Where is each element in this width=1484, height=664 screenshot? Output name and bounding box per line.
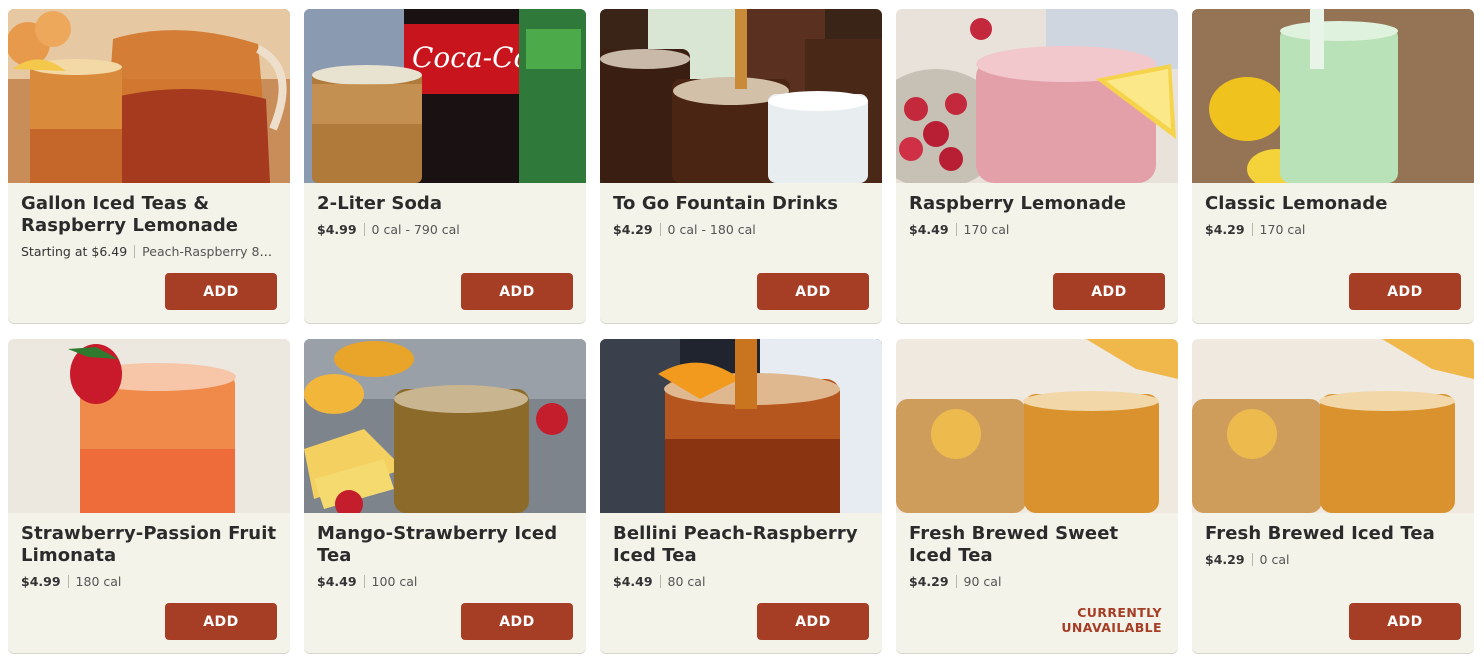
item-calories: Peach-Raspberry 800 cal — [142, 244, 277, 259]
divider — [955, 575, 957, 588]
iced-tea-photo[interactable] — [1192, 339, 1474, 513]
item-calories: 180 cal — [75, 574, 122, 589]
divider — [363, 575, 365, 588]
soda-bottles-photo[interactable]: Coca-Cola — [304, 9, 586, 183]
item-title[interactable]: Fresh Brewed Iced Tea — [1205, 523, 1461, 545]
menu-card[interactable]: Bellini Peach-Raspberry Iced Tea $4.49 80… — [600, 339, 882, 653]
item-meta: $4.99 0 cal - 790 cal — [317, 222, 573, 238]
divider — [1251, 553, 1253, 566]
mango-iced-tea-photo[interactable] — [304, 339, 586, 513]
item-price: $4.29 — [909, 574, 949, 589]
menu-card[interactable]: Mango-Strawberry Iced Tea $4.49 100 cal A… — [304, 339, 586, 653]
item-meta: $4.29 90 cal — [909, 574, 1165, 590]
item-title[interactable]: Fresh Brewed Sweet Iced Tea — [909, 523, 1165, 567]
divider — [363, 223, 365, 236]
item-calories: 170 cal — [1259, 222, 1306, 237]
unavailable-line: CURRENTLY — [1077, 605, 1162, 620]
item-meta: $4.49 80 cal — [613, 574, 869, 590]
add-button[interactable]: ADD — [165, 603, 277, 640]
item-title[interactable]: Gallon Iced Teas & Raspberry Lemonade — [21, 193, 277, 237]
item-title[interactable]: Mango-Strawberry Iced Tea — [317, 523, 573, 567]
divider — [134, 245, 136, 258]
item-title[interactable]: Strawberry-Passion Fruit Limonata — [21, 523, 277, 567]
item-title[interactable]: To Go Fountain Drinks — [613, 193, 869, 215]
item-meta: $4.49 100 cal — [317, 574, 573, 590]
divider — [1251, 223, 1253, 236]
item-meta: $4.29 0 cal - 180 cal — [613, 222, 869, 238]
item-price: $4.29 — [613, 222, 653, 237]
bellini-iced-tea-photo[interactable] — [600, 339, 882, 513]
item-price: $4.99 — [21, 574, 61, 589]
fountain-drinks-photo[interactable] — [600, 9, 882, 183]
item-meta: $4.49 170 cal — [909, 222, 1165, 238]
divider — [659, 575, 661, 588]
item-calories: 0 cal - 180 cal — [667, 222, 756, 237]
raspberry-lemonade-photo[interactable] — [896, 9, 1178, 183]
item-price: $4.49 — [317, 574, 357, 589]
menu-card[interactable]: Raspberry Lemonade $4.49 170 cal ADD — [896, 9, 1178, 323]
item-calories: 100 cal — [371, 574, 418, 589]
item-price: $4.29 — [1205, 552, 1245, 567]
classic-lemonade-photo[interactable] — [1192, 9, 1474, 183]
sweet-iced-tea-photo[interactable] — [896, 339, 1178, 513]
menu-card[interactable]: Strawberry-Passion Fruit Limonata $4.99 1… — [8, 339, 290, 653]
item-calories: 80 cal — [667, 574, 706, 589]
item-calories: 90 cal — [963, 574, 1002, 589]
item-calories: 170 cal — [963, 222, 1010, 237]
add-button[interactable]: ADD — [461, 603, 573, 640]
item-meta: $4.29 0 cal — [1205, 552, 1461, 568]
strawberry-limonata-photo[interactable] — [8, 339, 290, 513]
iced-tea-pitcher-photo[interactable] — [8, 9, 290, 183]
menu-card[interactable]: Fresh Brewed Iced Tea $4.29 0 cal ADD — [1192, 339, 1474, 653]
item-price: $4.49 — [909, 222, 949, 237]
item-calories: 0 cal — [1259, 552, 1290, 567]
divider — [659, 223, 661, 236]
add-button[interactable]: ADD — [757, 273, 869, 310]
item-title[interactable]: Bellini Peach-Raspberry Iced Tea — [613, 523, 869, 567]
item-meta: $4.29 170 cal — [1205, 222, 1461, 238]
add-button[interactable]: ADD — [461, 273, 573, 310]
divider — [955, 223, 957, 236]
add-button[interactable]: ADD — [1349, 273, 1461, 310]
item-title[interactable]: Classic Lemonade — [1205, 193, 1461, 215]
item-price: $4.29 — [1205, 222, 1245, 237]
unavailable-label: CURRENTLY UNAVAILABLE — [1061, 605, 1162, 635]
item-title[interactable]: 2-Liter Soda — [317, 193, 573, 215]
add-button[interactable]: ADD — [1053, 273, 1165, 310]
menu-card[interactable]: Gallon Iced Teas & Raspberry Lemonade St… — [8, 9, 290, 323]
divider — [67, 575, 69, 588]
item-meta: $4.99 180 cal — [21, 574, 277, 590]
item-price: Starting at $6.49 — [21, 244, 128, 259]
menu-card[interactable]: To Go Fountain Drinks $4.29 0 cal - 180 c… — [600, 9, 882, 323]
menu-card[interactable]: Classic Lemonade $4.29 170 cal ADD — [1192, 9, 1474, 323]
menu-grid: Gallon Iced Teas & Raspberry Lemonade St… — [8, 9, 1474, 653]
add-button[interactable]: ADD — [165, 273, 277, 310]
menu-card[interactable]: Coca-Cola 2-Liter Soda $4.99 0 cal - 790 … — [304, 9, 586, 323]
item-title[interactable]: Raspberry Lemonade — [909, 193, 1165, 215]
menu-card[interactable]: Fresh Brewed Sweet Iced Tea $4.29 90 cal … — [896, 339, 1178, 653]
unavailable-line: UNAVAILABLE — [1061, 620, 1162, 635]
item-calories: 0 cal - 790 cal — [371, 222, 460, 237]
item-price: $4.99 — [317, 222, 357, 237]
item-meta: Starting at $6.49 Peach-Raspberry 800 cal — [21, 244, 277, 260]
add-button[interactable]: ADD — [1349, 603, 1461, 640]
item-price: $4.49 — [613, 574, 653, 589]
add-button[interactable]: ADD — [757, 603, 869, 640]
